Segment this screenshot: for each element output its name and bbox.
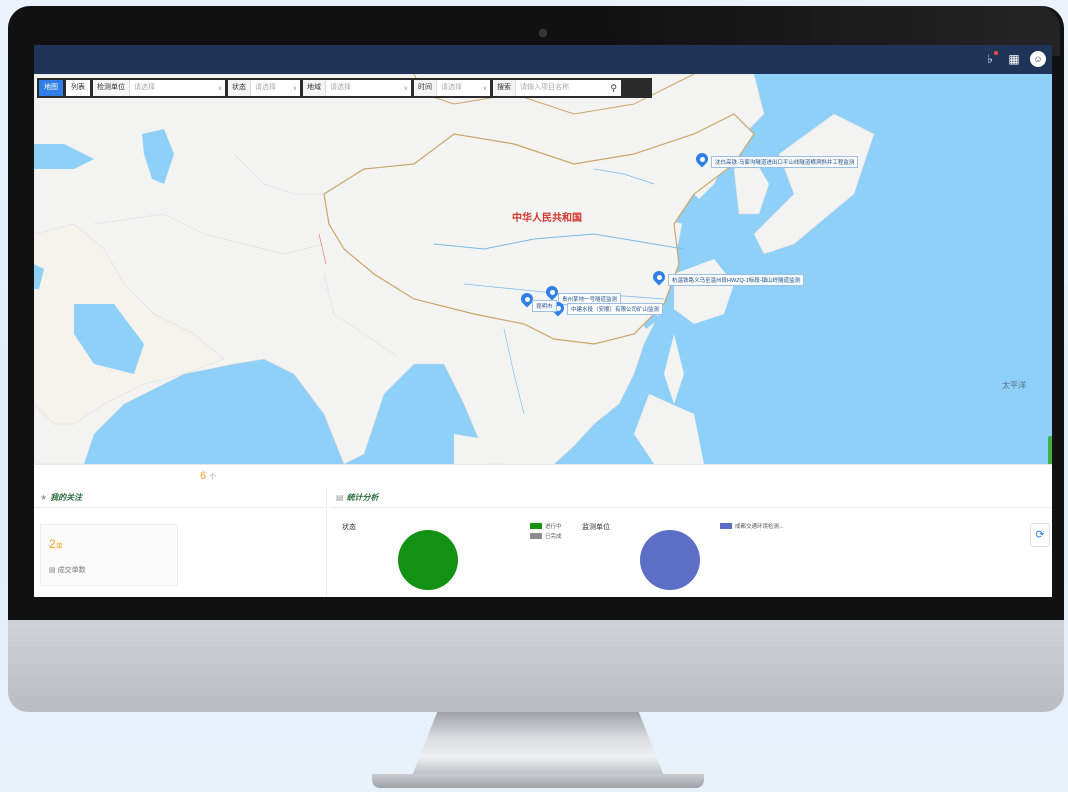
follow-number: 2 [49,537,56,551]
legend-swatch [530,533,542,539]
unit-select[interactable]: 检测单位 请选择 ∨ [93,80,225,96]
follow-unit: 单 [55,543,63,550]
legend-label: 成都交通环境检测... [735,524,784,530]
user-avatar-icon[interactable]: ☺ [1030,51,1046,67]
legend-item[interactable]: 成都交通环境检测... [720,522,784,530]
search-icon[interactable]: ⚲ [606,80,621,96]
map-view[interactable]: 中华人民共和国 太平洋 地图 列表 检测单位 请选择 ∨ 状态 请选择 ∨ 地域… [34,74,1052,464]
status-placeholder: 请选择 [255,84,276,91]
tab-list[interactable]: 列表 [66,80,90,96]
refresh-icon[interactable]: ⟳ [1030,523,1050,547]
chevron-down-icon: ∨ [403,85,408,92]
tab-map[interactable]: 地图 [39,80,63,96]
grid-icon[interactable]: ▦ [1006,51,1022,67]
legend-swatch [530,523,542,529]
country-label: 中华人民共和国 [512,213,582,224]
stats-title: 统计分析 [346,493,379,502]
ocean-label: 太平洋 [1002,381,1026,390]
star-icon: ★ [40,493,48,502]
marker-label[interactable]: 杭温铁路义乌至温州段HWZQ-1标段-镇山岭隧道监测 [668,274,805,286]
search-label: 搜索 [493,80,516,96]
chevron-down-icon: ∨ [292,85,297,92]
filter-bar: 地图 列表 检测单位 请选择 ∨ 状态 请选择 ∨ 地域 请选择 ∨ 时间 请选… [37,78,652,98]
follow-desc: ▤ 成交单数 [49,565,86,575]
time-label: 时间 [414,80,437,96]
status-label: 状态 [228,80,251,96]
legend-item[interactable]: 进行中 [530,522,562,530]
legend-item[interactable]: 已完成 [530,532,562,540]
project-count-value: 6 [200,470,207,482]
panel-header: ★ 我的关注 [34,488,326,508]
time-placeholder: 请选择 [441,84,462,91]
follow-title: 我的关注 [50,493,83,502]
top-navbar: ♭ ▦ ☺ [34,45,1052,74]
chevron-down-icon: ∨ [217,85,222,92]
follow-card[interactable]: 2单 ▤ 成交单数 [40,524,178,586]
map-canvas [34,74,875,464]
monitor-stand [412,712,664,776]
unit-chart-label: 监测单位 [582,524,610,531]
search-field[interactable]: 搜索 请输入项目名称 ⚲ [493,80,621,96]
status-pie-chart[interactable] [398,530,458,590]
panel-header: ▤ 统计分析 [330,488,1052,508]
legend-label: 进行中 [545,524,562,530]
status-chart-label: 状态 [342,524,356,531]
search-input[interactable]: 请输入项目名称 [516,80,606,96]
screen: ♭ ▦ ☺ 中华人民共和国 太平洋 地图 列表 检测单位 请选择 ∨ 状态 请选… [34,45,1052,597]
unit-label: 检测单位 [93,80,130,96]
follow-desc-text: 成交单数 [57,567,86,574]
region-select[interactable]: 地域 请选择 ∨ [303,80,411,96]
project-count-unit: 个 [209,474,217,481]
status-select[interactable]: 状态 请选择 ∨ [228,80,300,96]
chevron-down-icon: ∨ [482,85,487,92]
legend-swatch [720,523,732,529]
document-icon: ▤ [49,567,56,574]
bar-chart-icon: ▤ [336,493,344,502]
time-select[interactable]: 时间 请选择 ∨ [414,80,490,96]
bell-icon[interactable]: ♭ [982,51,998,67]
follow-value: 2单 [49,537,63,551]
unit-placeholder: 请选择 [134,84,155,91]
project-count: 6 个 [200,470,216,482]
my-follow-panel: ★ 我的关注 2单 ▤ 成交单数 [34,488,327,597]
unit-pie-chart[interactable] [640,530,700,590]
stats-panel: ▤ 统计分析 状态 进行中 已完成 监测单位 成都交通环境检测... [330,488,1052,597]
notification-dot [994,51,998,55]
summary-row: 6 个 [34,464,1052,487]
monitor-stand-base [372,774,704,788]
map-side-handle[interactable] [1048,436,1052,464]
marker-label[interactable]: 中建水投（安顺）有限公司矿山监测 [567,303,664,315]
region-label: 地域 [303,80,326,96]
monitor-chin [8,620,1064,712]
map-marker[interactable] [693,150,711,169]
marker-label[interactable]: 沈白高铁-马家沟隧道进出口平山线隧道横洞斜井工程监测 [711,156,859,168]
region-placeholder: 请选择 [330,84,351,91]
map-marker[interactable] [650,268,668,287]
legend-label: 已完成 [545,534,562,540]
marker-label[interactable]: 昆明市 [532,300,557,312]
camera-icon [539,29,547,37]
